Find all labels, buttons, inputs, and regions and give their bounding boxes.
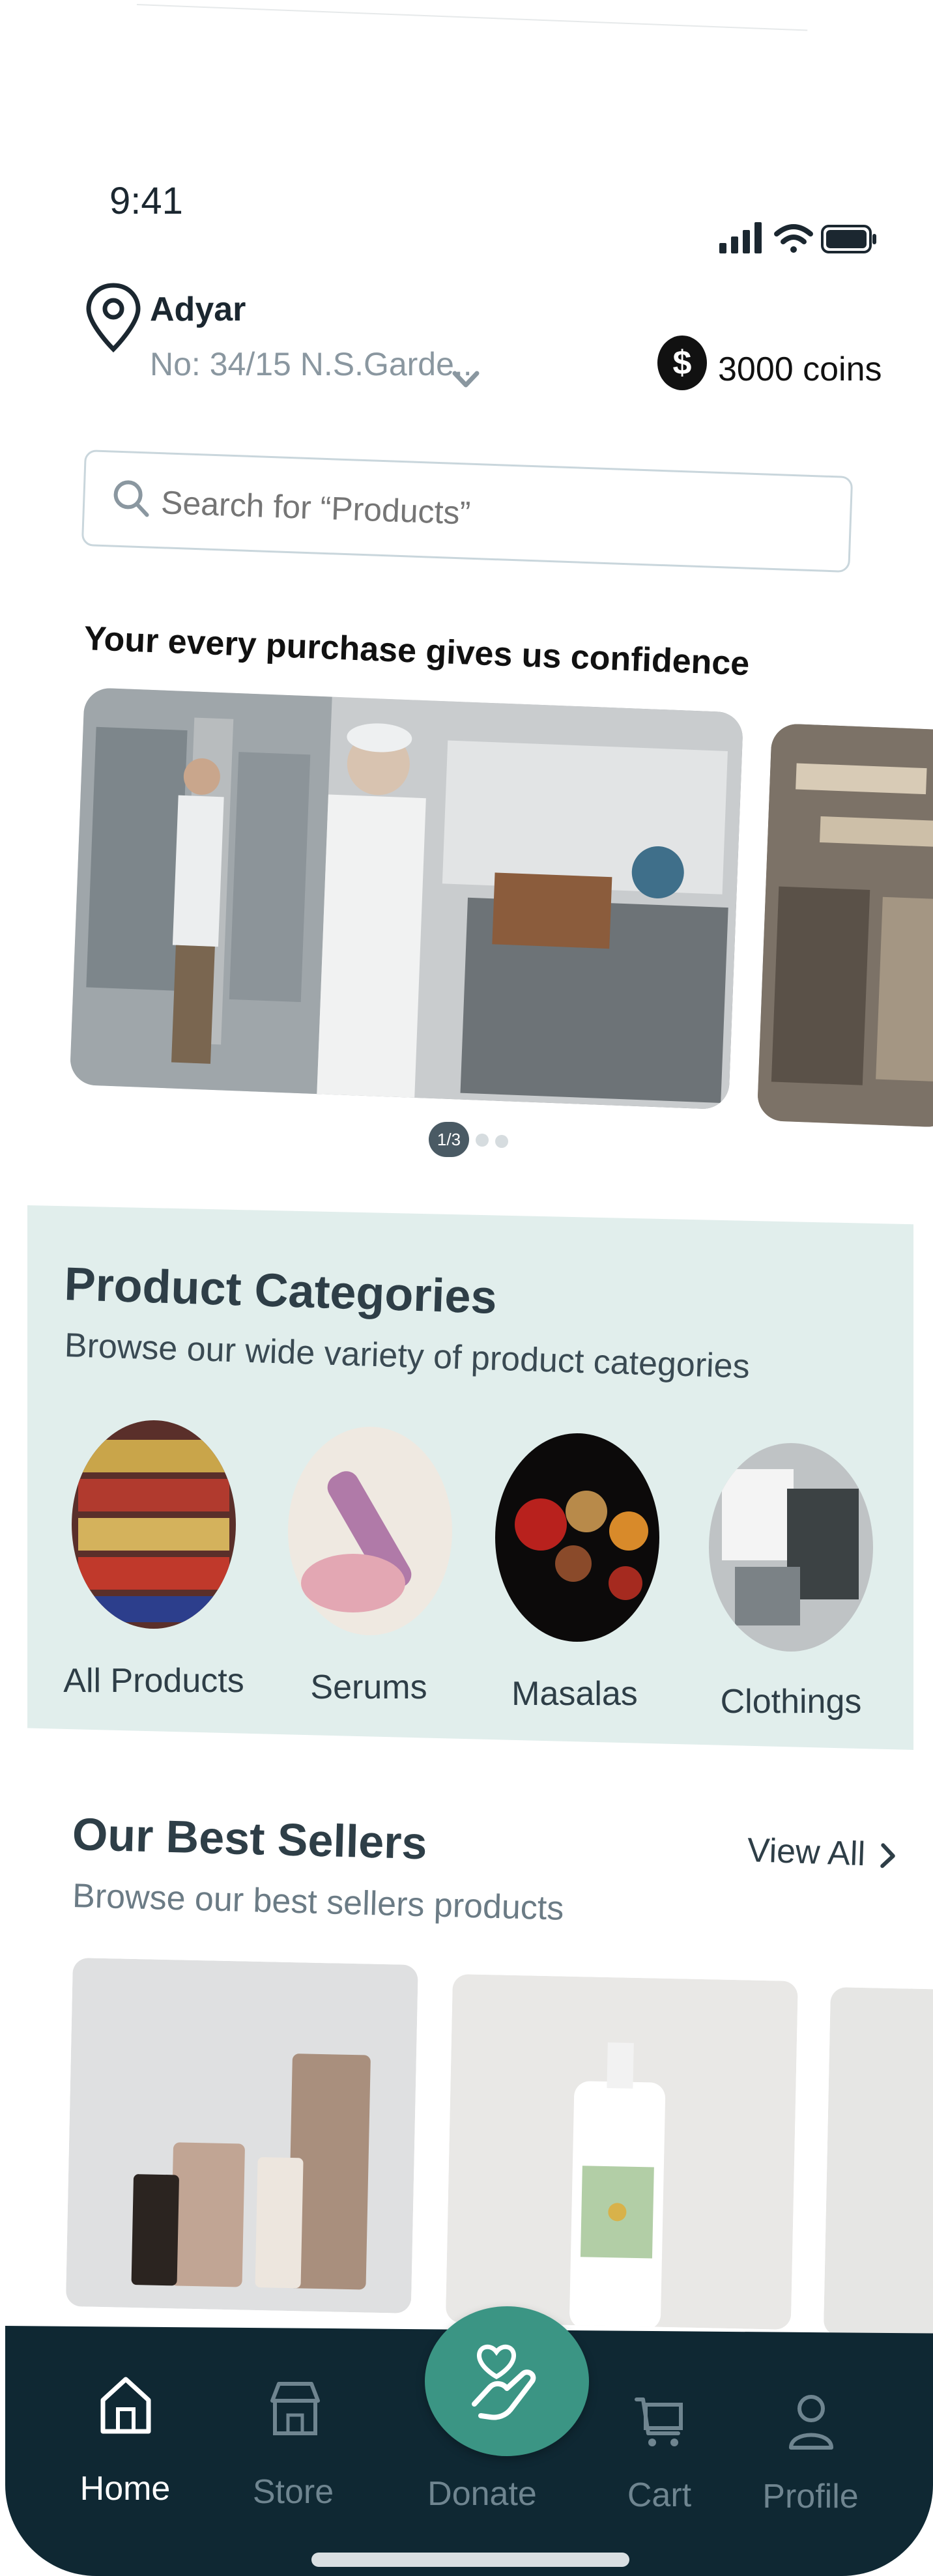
promo-heading: Your every purchase gives us confidence — [83, 619, 751, 683]
category-label[interactable]: All Products — [50, 1661, 258, 1700]
best-sellers-subtitle: Browse our best sellers products — [72, 1876, 565, 1928]
promo-banner-image[interactable] — [69, 687, 744, 1110]
frame-edge — [136, 4, 808, 31]
nav-label-home[interactable]: Home — [40, 2469, 210, 2508]
store-icon[interactable] — [266, 2375, 324, 2440]
product-card-image[interactable] — [823, 1987, 933, 2339]
product-card-image[interactable] — [65, 1958, 418, 2313]
view-all-link[interactable]: View All — [747, 1831, 898, 1875]
search-bar[interactable] — [81, 450, 854, 573]
factory-photo — [69, 687, 744, 1110]
location-pin-icon[interactable] — [83, 281, 143, 353]
profile-icon[interactable] — [782, 2388, 840, 2453]
search-input[interactable] — [159, 483, 801, 545]
chevron-down-icon[interactable] — [451, 368, 481, 392]
category-clothings-image[interactable] — [709, 1443, 873, 1652]
category-label[interactable]: Serums — [265, 1668, 473, 1707]
status-time: 9:41 — [109, 180, 183, 222]
cart-icon[interactable] — [629, 2388, 687, 2453]
search-icon — [113, 480, 149, 517]
nav-label-donate[interactable]: Donate — [397, 2474, 567, 2513]
chevron-right-icon — [880, 1843, 895, 1868]
category-serums-image[interactable] — [288, 1427, 452, 1635]
factory-photo-2 — [756, 723, 933, 1128]
category-label[interactable]: Masalas — [470, 1674, 679, 1713]
home-icon[interactable] — [96, 2371, 155, 2437]
donate-button[interactable] — [425, 2306, 589, 2456]
carousel-dot[interactable] — [495, 1135, 508, 1148]
location-city[interactable]: Adyar — [150, 290, 246, 329]
nav-label-profile[interactable]: Profile — [726, 2477, 895, 2516]
best-sellers-title: Our Best Sellers — [71, 1808, 428, 1869]
signal-icon — [719, 222, 762, 253]
home-indicator — [311, 2553, 629, 2567]
donate-icon — [472, 2344, 536, 2420]
nav-label-store[interactable]: Store — [208, 2472, 378, 2512]
promo-banner-image-next[interactable] — [756, 723, 933, 1128]
location-address[interactable]: No: 34/15 N.S.Garde... — [150, 345, 481, 383]
coin-icon: $ — [657, 336, 707, 390]
category-masalas-image[interactable] — [495, 1433, 659, 1642]
category-all-products-image[interactable] — [72, 1420, 236, 1629]
battery-icon — [821, 225, 876, 253]
nav-label-cart[interactable]: Cart — [575, 2476, 744, 2515]
carousel-page-indicator: 1/3 — [429, 1122, 469, 1157]
carousel-dot[interactable] — [476, 1134, 489, 1147]
svg-text:$: $ — [673, 344, 692, 382]
status-icons — [719, 222, 876, 253]
view-all-label: View All — [746, 1831, 866, 1874]
coins-balance: 3000 coins — [718, 351, 882, 388]
wifi-icon — [774, 224, 813, 253]
product-card-image[interactable] — [445, 1974, 798, 2330]
category-label[interactable]: Clothings — [687, 1682, 895, 1721]
